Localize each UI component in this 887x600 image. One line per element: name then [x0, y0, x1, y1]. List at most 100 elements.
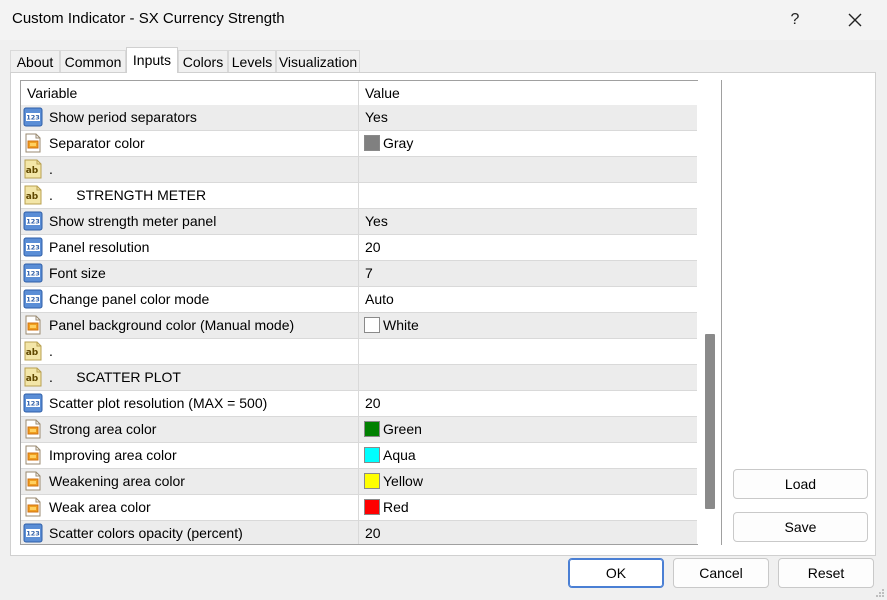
table-row[interactable]: ab . SCATTER PLOT [21, 365, 697, 391]
table-row[interactable]: 123 Panel resolution 20 [21, 235, 697, 261]
variable-cell[interactable]: 123 Scatter colors opacity (percent) [21, 521, 358, 544]
variable-cell[interactable]: ab. [21, 339, 358, 364]
table-row[interactable]: 123 Show period separators Yes [21, 105, 697, 131]
variable-cell[interactable]: 123 Change panel color mode [21, 287, 358, 312]
value-text: Auto [365, 291, 394, 307]
value-text: Yellow [383, 473, 423, 489]
table-row[interactable]: Weakening area color Yellow [21, 469, 697, 495]
variable-label: Panel background color (Manual mode) [49, 317, 295, 333]
variable-label: . STRENGTH METER [49, 187, 207, 203]
scrollbar-thumb[interactable] [705, 334, 715, 509]
value-cell[interactable]: Yes [359, 105, 697, 130]
variable-label: . [49, 161, 53, 177]
table-row[interactable]: Strong area color Green [21, 417, 697, 443]
column-header-variable[interactable]: Variable [27, 85, 77, 101]
value-text: Gray [383, 135, 414, 151]
table-row[interactable]: 123 Font size 7 [21, 261, 697, 287]
table-row[interactable]: Separator color Gray [21, 131, 697, 157]
color-swatch [364, 135, 380, 151]
variable-label: Show strength meter panel [49, 213, 217, 229]
ok-button[interactable]: OK [568, 558, 664, 588]
tab-about[interactable]: About [10, 50, 60, 72]
table-row[interactable]: Weak area color Red [21, 495, 697, 521]
value-cell[interactable]: Green [359, 417, 697, 442]
value-cell[interactable]: 20 [359, 391, 697, 416]
variable-cell[interactable]: Weak area color [21, 495, 358, 520]
value-cell[interactable] [359, 339, 697, 364]
value-cell[interactable]: Yes [359, 209, 697, 234]
value-text: 20 [365, 395, 381, 411]
variable-label: Separator color [49, 135, 145, 151]
variable-cell[interactable]: Strong area color [21, 417, 358, 442]
variable-cell[interactable]: 123 Panel resolution [21, 235, 358, 260]
tab-levels[interactable]: Levels [228, 50, 276, 72]
value-text: 20 [365, 525, 381, 541]
svg-text:123: 123 [26, 244, 40, 252]
close-button[interactable] [832, 0, 878, 40]
column-header-value[interactable]: Value [365, 85, 400, 101]
value-cell[interactable]: Yellow [359, 469, 697, 494]
color-palette-icon [23, 419, 43, 439]
value-cell[interactable] [359, 183, 697, 208]
variable-cell[interactable]: 123 Scatter plot resolution (MAX = 500) [21, 391, 358, 416]
value-cell[interactable]: Gray [359, 131, 697, 156]
save-button[interactable]: Save [733, 512, 868, 542]
table-row[interactable]: ab. [21, 339, 697, 365]
table-row[interactable]: 123 Show strength meter panel Yes [21, 209, 697, 235]
value-cell[interactable]: Aqua [359, 443, 697, 468]
variable-label: Weakening area color [49, 473, 185, 489]
variable-cell[interactable]: ab . SCATTER PLOT [21, 365, 358, 390]
variable-cell[interactable]: 123 Show strength meter panel [21, 209, 358, 234]
tab-colors[interactable]: Colors [178, 50, 228, 72]
reset-button[interactable]: Reset [778, 558, 874, 588]
value-cell[interactable]: Red [359, 495, 697, 520]
variable-cell[interactable]: Panel background color (Manual mode) [21, 313, 358, 338]
value-cell[interactable] [359, 157, 697, 182]
table-row[interactable]: Panel background color (Manual mode) Whit… [21, 313, 697, 339]
title-bar: Custom Indicator - SX Currency Strength … [0, 0, 887, 40]
table-row[interactable]: ab. [21, 157, 697, 183]
color-palette-icon [23, 471, 43, 491]
value-cell[interactable] [359, 365, 697, 390]
value-text: White [383, 317, 419, 333]
svg-text:123: 123 [26, 400, 40, 408]
svg-text:123: 123 [26, 270, 40, 278]
variable-cell[interactable]: 123 Show period separators [21, 105, 358, 130]
value-cell[interactable]: 20 [359, 521, 697, 544]
svg-text:123: 123 [26, 296, 40, 304]
variable-label: Weak area color [49, 499, 151, 515]
tab-inputs[interactable]: Inputs [126, 47, 178, 73]
color-palette-icon [23, 315, 43, 335]
tab-visualization[interactable]: Visualization [276, 50, 360, 72]
text-ab-icon: ab [23, 367, 43, 387]
value-cell[interactable]: 20 [359, 235, 697, 260]
variable-cell[interactable]: Separator color [21, 131, 358, 156]
svg-text:123: 123 [26, 114, 40, 122]
value-text: 20 [365, 239, 381, 255]
value-cell[interactable]: Auto [359, 287, 697, 312]
table-row[interactable]: 123 Scatter colors opacity (percent) 20 [21, 521, 697, 544]
value-text: 7 [365, 265, 373, 281]
table-row[interactable]: 123 Scatter plot resolution (MAX = 500) 20 [21, 391, 697, 417]
cancel-button[interactable]: Cancel [673, 558, 769, 588]
table-row[interactable]: ab . STRENGTH METER [21, 183, 697, 209]
numeric-123-icon: 123 [23, 211, 43, 231]
tab-common[interactable]: Common [60, 50, 126, 72]
value-cell[interactable]: White [359, 313, 697, 338]
load-button[interactable]: Load [733, 469, 868, 499]
value-cell[interactable]: 7 [359, 261, 697, 286]
numeric-123-icon: 123 [23, 523, 43, 543]
help-button[interactable]: ? [772, 0, 818, 40]
value-text: Aqua [383, 447, 416, 463]
variable-cell[interactable]: Weakening area color [21, 469, 358, 494]
svg-text:ab: ab [26, 348, 39, 358]
resize-grip-icon[interactable] [875, 588, 885, 598]
variable-cell[interactable]: ab . STRENGTH METER [21, 183, 358, 208]
variable-cell[interactable]: Improving area color [21, 443, 358, 468]
variable-label: Scatter colors opacity (percent) [49, 525, 243, 541]
table-row[interactable]: 123 Change panel color mode Auto [21, 287, 697, 313]
svg-text:123: 123 [26, 218, 40, 226]
variable-cell[interactable]: 123 Font size [21, 261, 358, 286]
variable-cell[interactable]: ab. [21, 157, 358, 182]
table-row[interactable]: Improving area color Aqua [21, 443, 697, 469]
